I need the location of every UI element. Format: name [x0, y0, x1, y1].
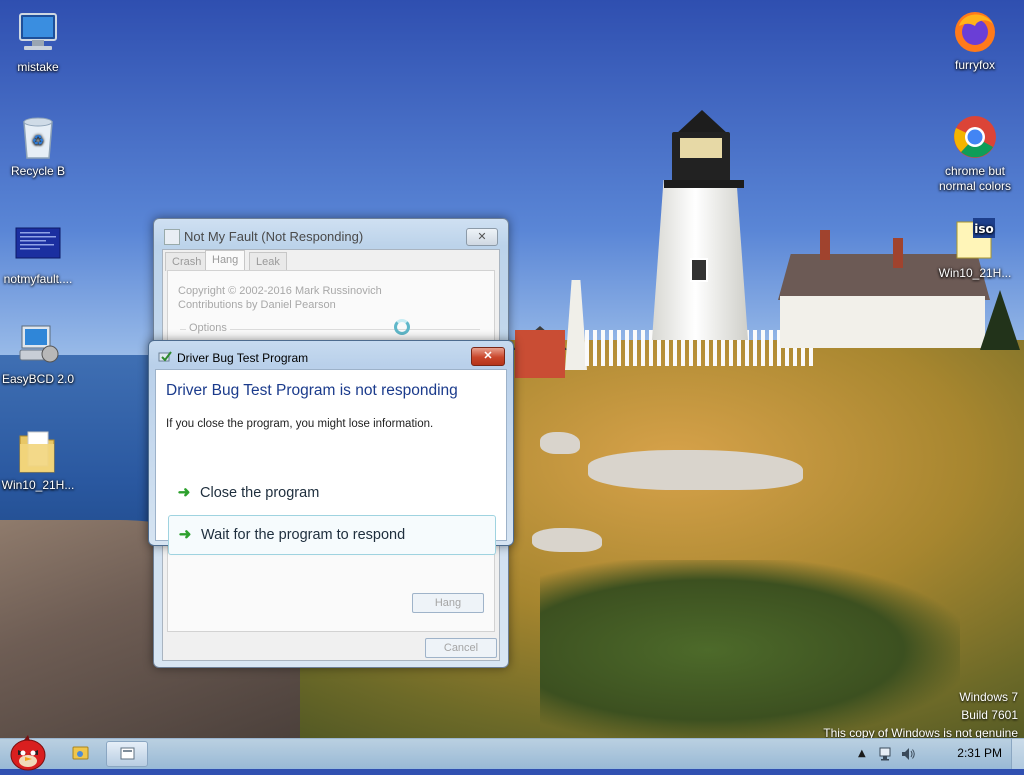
notmyfault-taskbar-button[interactable] — [106, 741, 148, 767]
wallpaper-lantern-cap — [676, 110, 728, 134]
tab-leak[interactable]: Leak — [249, 252, 287, 271]
angry-birds-start-icon — [10, 735, 46, 771]
options-group-label: Options — [186, 322, 230, 334]
dialog-body: Driver Bug Test Program is not respondin… — [155, 369, 507, 555]
wallpaper-chimney — [893, 238, 903, 268]
wallpaper-rock — [588, 450, 803, 490]
wallpaper-rock — [532, 528, 602, 552]
wallpaper-small-house — [515, 330, 565, 378]
window-title: Not My Fault (Not Responding) — [184, 229, 364, 244]
wallpaper-lantern-glass — [680, 138, 722, 158]
firefox-icon — [951, 8, 999, 54]
wallpaper-small-tower — [565, 280, 587, 370]
desktop-icon-label: Recycle B — [10, 164, 66, 178]
desktop-icon-label: EasyBCD 2.0 — [1, 372, 75, 386]
hang-button[interactable]: Hang — [412, 593, 484, 613]
desktop-icon-win10-iso[interactable]: iso Win10_21H... — [932, 216, 1018, 281]
explorer-icon — [72, 746, 89, 760]
recycle-bin-icon: ♻ — [14, 114, 62, 160]
wallpaper-gallery — [664, 180, 744, 188]
desktop-icon-easybcd[interactable]: EasyBCD 2.0 — [0, 322, 81, 387]
dialog-close-button[interactable]: ✕ — [471, 347, 505, 366]
desktop-icon-recycle-bin[interactable]: ♻ Recycle B — [0, 114, 81, 179]
dialog-message: If you close the program, you might lose… — [166, 418, 434, 430]
volume-icon[interactable] — [900, 746, 916, 766]
svg-text:iso: iso — [974, 222, 994, 236]
watermark-line: Windows 7 — [959, 690, 1018, 704]
desktop-icon-label: furryfox — [954, 58, 995, 72]
wallpaper-lighthouse-window — [690, 258, 708, 282]
dialog-heading: Driver Bug Test Program is not respondin… — [166, 382, 458, 399]
taskbar: ▲ 2:31 PM — [0, 735, 1024, 771]
desktop-icon-furryfox[interactable]: furryfox — [932, 8, 1018, 73]
folder-icon — [14, 428, 62, 474]
desktop-icon-label: chrome but normal colors — [938, 164, 1012, 193]
system-tray: ▲ 2:31 PM — [854, 739, 1024, 769]
desktop-icon-notmyfault-image[interactable]: notmyfault.... — [0, 222, 81, 287]
cancel-button[interactable]: Cancel — [425, 638, 497, 658]
computer-icon — [14, 10, 62, 56]
desktop-icon-win10-folder[interactable]: Win10_21H... — [0, 428, 81, 493]
wallpaper-rock — [540, 432, 580, 454]
taskbar-clock[interactable]: 2:31 PM — [957, 746, 1002, 760]
show-hidden-icons-arrow-icon[interactable]: ▲ — [858, 748, 866, 759]
wait-program-option[interactable]: ➜ Wait for the program to respond — [168, 515, 496, 555]
not-responding-dialog[interactable]: Driver Bug Test Program ✕ Driver Bug Tes… — [148, 340, 514, 555]
copyright-text: Copyright © 2002-2016 Mark Russinovich — [178, 285, 382, 297]
tab-crash[interactable]: Crash — [165, 252, 209, 271]
desktop-icon-label: mistake — [17, 60, 59, 74]
desktop-icon-label: notmyfault.... — [3, 272, 73, 286]
wallpaper-house — [780, 296, 985, 348]
watermark-line: Build 7601 — [961, 708, 1018, 722]
contributions-text: Contributions by Daniel Pearson — [178, 299, 336, 311]
show-desktop-button[interactable] — [1011, 739, 1024, 769]
notmyfault-taskbar-icon — [120, 747, 135, 760]
green-arrow-icon: ➜ — [177, 484, 191, 501]
iso-file-icon: iso — [951, 216, 999, 262]
app-window-icon — [158, 350, 172, 364]
easybcd-icon — [14, 322, 62, 368]
svg-text:♻: ♻ — [32, 132, 45, 148]
start-button[interactable] — [6, 733, 50, 771]
option-label: Wait for the program to respond — [201, 527, 406, 543]
wallpaper-chimney — [820, 230, 830, 260]
dialog-title: Driver Bug Test Program — [177, 351, 309, 365]
explorer-taskbar-button[interactable] — [60, 741, 100, 765]
desktop-icon-label: Win10_21H... — [938, 266, 1012, 280]
bsod-image-icon — [14, 222, 62, 268]
busy-spinner-icon — [394, 319, 410, 335]
close-button[interactable]: ✕ — [466, 228, 498, 246]
tab-hang[interactable]: Hang — [205, 250, 246, 271]
green-arrow-icon: ➜ — [178, 526, 192, 543]
desktop-icon-chrome[interactable]: chrome but normal colors — [932, 114, 1018, 194]
option-label: Close the program — [200, 485, 320, 501]
desktop-icon-mistake[interactable]: mistake — [0, 10, 81, 75]
desktop-icon-label: Win10_21H... — [1, 478, 75, 492]
close-program-option[interactable]: ➜ Close the program — [168, 474, 494, 512]
windows-watermark: Windows 7 Build 7601 This copy of Window… — [823, 688, 1018, 742]
wallpaper-tree — [980, 290, 1020, 350]
chrome-icon — [951, 114, 999, 160]
app-window-icon — [164, 229, 180, 245]
network-icon[interactable] — [878, 746, 894, 766]
